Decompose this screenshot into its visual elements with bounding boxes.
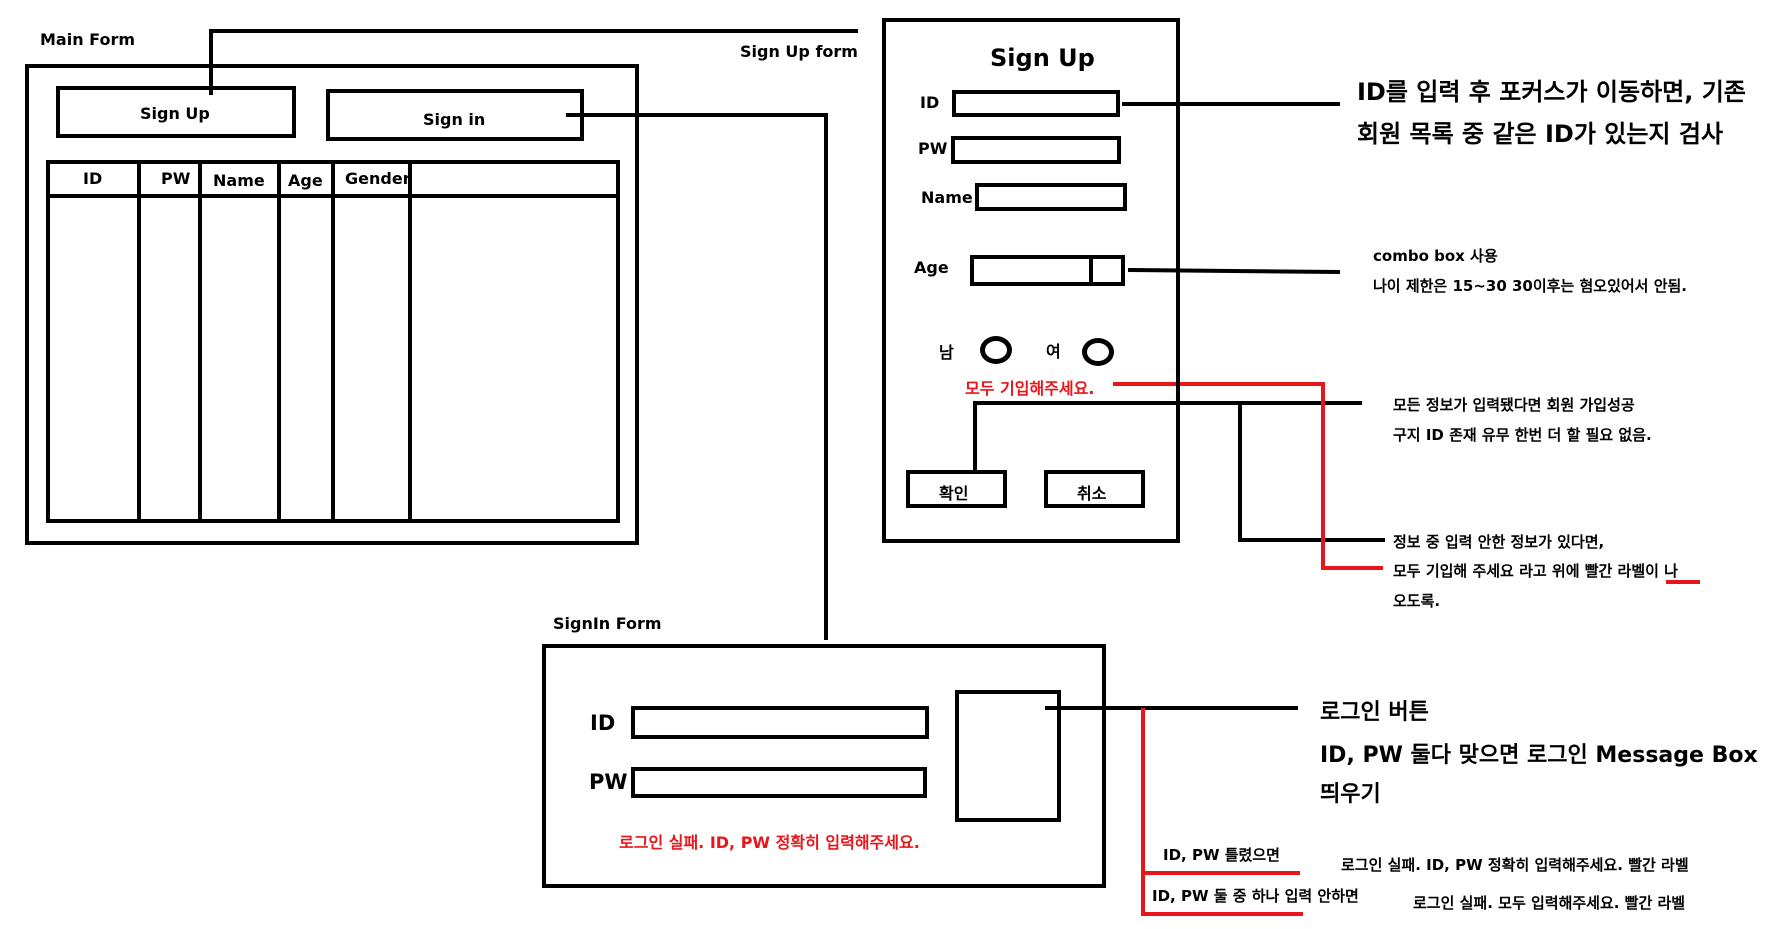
signup-id-label: ID: [920, 93, 940, 112]
male-radio-button[interactable]: [980, 336, 1012, 364]
note-login-line3: 띄우기: [1320, 782, 1381, 807]
note-success-line2: 구지 ID 존재 유무 한번 더 할 필요 없음.: [1393, 426, 1652, 444]
signup-cancel-button-label: 취소: [1077, 484, 1107, 503]
signin-button-label: Sign in: [423, 110, 486, 129]
signin-id-input[interactable]: [631, 706, 929, 739]
signup-name-label: Name: [921, 188, 973, 207]
login-button[interactable]: [955, 690, 1061, 822]
note-id-check-line2: 회원 목록 중 같은 ID가 있는지 검사: [1357, 120, 1724, 148]
note-combo-line2: 나이 제한은 15~30 30이후는 혐오있어서 안됨.: [1373, 277, 1688, 295]
table-header-gender: Gender: [345, 169, 411, 188]
signin-form-title: SignIn Form: [553, 614, 662, 633]
female-radio-button[interactable]: [1082, 338, 1114, 366]
signup-form-title: Sign Up: [990, 44, 1095, 72]
note-success-line1: 모든 정보가 입력됐다면 회원 가입성공: [1393, 396, 1635, 414]
note-missing-line1: 정보 중 입력 안한 정보가 있다면,: [1393, 533, 1605, 551]
note-combo-line1: combo box 사용: [1373, 247, 1498, 265]
table-header-pw: PW: [161, 169, 191, 188]
signup-ok-button[interactable]: 확인: [906, 470, 1007, 508]
signup-error-label: 모두 기입해주세요.: [965, 379, 1095, 398]
note-id-check-line1: ID를 입력 후 포커스가 이동하면, 기존: [1357, 78, 1746, 106]
member-table-col-divider-5: [408, 160, 412, 523]
note-missing-result: 로그인 실패. 모두 입력해주세요. 빨간 라벨: [1413, 894, 1686, 912]
table-header-age: Age: [288, 171, 323, 190]
combobox-dropdown-divider: [1089, 255, 1093, 286]
signup-age-label: Age: [914, 258, 949, 277]
member-table-col-divider-3: [277, 160, 281, 523]
signin-button[interactable]: Sign in: [326, 89, 584, 141]
signup-button[interactable]: Sign Up: [56, 86, 296, 138]
signup-name-input[interactable]: [975, 183, 1127, 211]
signup-age-combobox[interactable]: [970, 255, 1125, 286]
signup-button-label: Sign Up: [140, 104, 210, 123]
signup-female-label: 여: [1046, 342, 1061, 361]
signup-cancel-button[interactable]: 취소: [1044, 470, 1145, 508]
signup-id-input[interactable]: [952, 90, 1120, 117]
signup-pw-label: PW: [918, 139, 948, 158]
table-header-id: ID: [83, 169, 103, 188]
signin-error-label: 로그인 실패. ID, PW 정확히 입력해주세요.: [619, 833, 920, 852]
signup-form-caption: Sign Up form: [740, 42, 858, 61]
main-form-title: Main Form: [40, 30, 135, 49]
note-wrong-result: 로그인 실패. ID, PW 정확히 입력해주세요. 빨간 라벨: [1341, 856, 1689, 874]
note-missing-line3: 오도록.: [1393, 592, 1441, 610]
note-missing-case: ID, PW 둘 중 하나 입력 안하면: [1152, 887, 1359, 905]
table-header-name: Name: [213, 171, 265, 190]
member-table-col-divider-2: [198, 160, 202, 523]
note-missing-line2: 모두 기입해 주세요 라고 위에 빨간 라벨이 나: [1393, 562, 1678, 580]
note-wrong-case: ID, PW 틀렸으면: [1163, 846, 1280, 864]
signup-male-label: 남: [939, 343, 954, 362]
note-login-line1: 로그인 버튼: [1320, 700, 1429, 725]
note-login-line2: ID, PW 둘다 맞으면 로그인 Message Box: [1320, 743, 1758, 768]
member-table-col-divider-1: [137, 160, 141, 523]
signup-pw-input[interactable]: [951, 136, 1121, 164]
wireframe-diagram: Main Form Sign Up Sign in ID PW Name Age…: [0, 0, 1788, 929]
signin-id-label: ID: [590, 711, 616, 735]
signin-pw-label: PW: [589, 770, 628, 794]
connector-login-red-branches: [1141, 708, 1303, 916]
signin-pw-input[interactable]: [631, 767, 927, 798]
member-table-col-divider-4: [331, 160, 335, 523]
signup-ok-button-label: 확인: [939, 484, 969, 503]
connector-ok-missing: [1238, 403, 1385, 542]
